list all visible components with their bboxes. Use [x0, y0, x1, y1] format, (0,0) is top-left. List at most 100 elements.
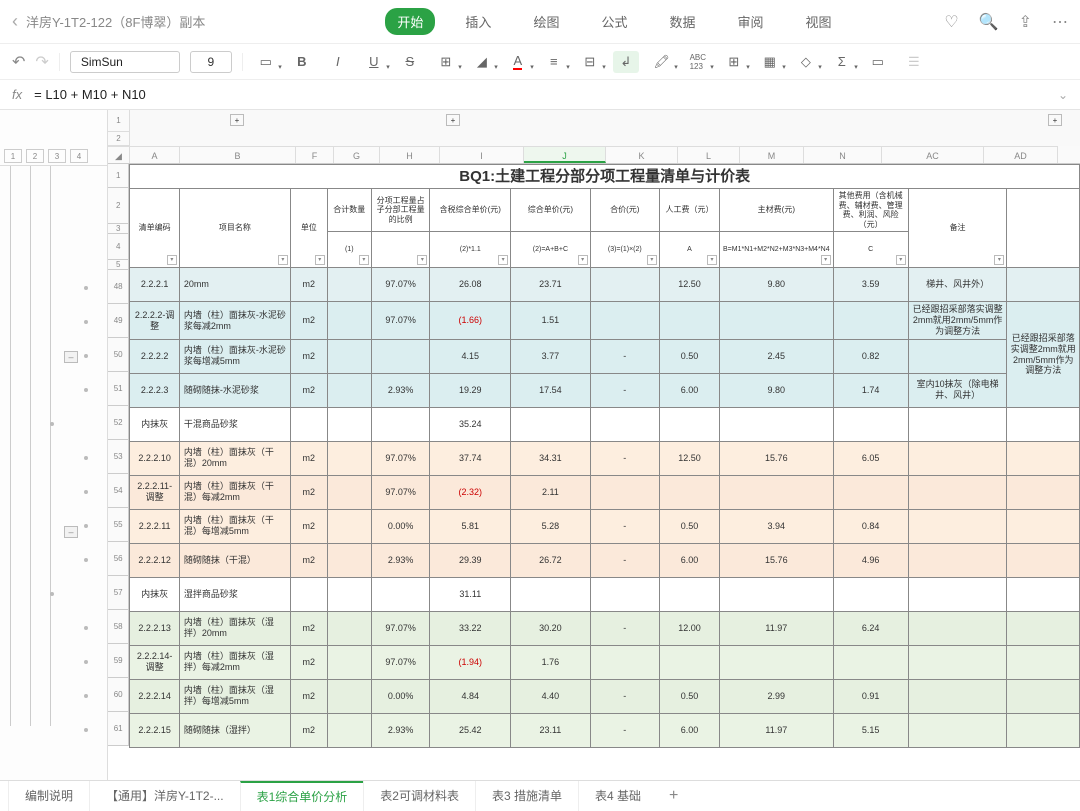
data-cell[interactable]: 2.93%	[371, 713, 430, 747]
data-cell[interactable]: 随砌随抹（湿拌）	[179, 713, 290, 747]
outline-collapse-button[interactable]: –	[64, 351, 78, 363]
font-select[interactable]: SimSun	[70, 51, 180, 73]
data-cell[interactable]	[1007, 475, 1080, 509]
sheet-tab[interactable]: 表2可调材料表	[363, 781, 475, 811]
row-number[interactable]: 59	[108, 644, 129, 678]
data-cell[interactable]: 随砌随抹-水泥砂浆	[179, 373, 290, 407]
row-number[interactable]: 58	[108, 610, 129, 644]
rows-icon[interactable]: ▦▾	[757, 51, 783, 73]
data-cell[interactable]: 2.2.2.11	[130, 509, 180, 543]
wrap-icon[interactable]: ↲	[613, 51, 639, 73]
data-cell[interactable]	[908, 339, 1007, 373]
data-cell[interactable]	[590, 475, 659, 509]
col-header[interactable]: F	[296, 146, 334, 163]
data-cell[interactable]: 0.50	[659, 679, 719, 713]
row-number[interactable]: 54	[108, 474, 129, 508]
data-cell[interactable]: m2	[290, 509, 327, 543]
data-cell[interactable]	[908, 543, 1007, 577]
data-cell[interactable]: -	[590, 373, 659, 407]
data-cell[interactable]: m2	[290, 302, 327, 339]
data-cell[interactable]	[1007, 407, 1080, 441]
data-cell[interactable]: 0.50	[659, 339, 719, 373]
align-icon[interactable]: ≡▾	[541, 51, 567, 73]
data-cell[interactable]: 2.45	[720, 339, 834, 373]
sheet-tab[interactable]: 编制说明	[8, 781, 89, 811]
search-icon[interactable]: 🔍	[979, 12, 999, 32]
menu-start[interactable]: 开始	[385, 8, 435, 35]
data-cell[interactable]	[327, 577, 371, 611]
data-cell[interactable]: m2	[290, 679, 327, 713]
col-header[interactable]: A	[130, 146, 180, 163]
redo-icon[interactable]: ↷	[35, 52, 48, 72]
data-cell[interactable]: 0.00%	[371, 509, 430, 543]
data-cell[interactable]: 12.50	[659, 268, 719, 302]
data-cell[interactable]: 干混商品砂浆	[179, 407, 290, 441]
col-header[interactable]: I	[440, 146, 524, 163]
data-cell[interactable]: 30.20	[511, 611, 591, 645]
filter-arrow-icon[interactable]: ▾	[821, 255, 831, 265]
row-number[interactable]: 56	[108, 542, 129, 576]
filter-arrow-icon[interactable]: ▾	[417, 255, 427, 265]
data-cell[interactable]: 2.2.2.11-调整	[130, 475, 180, 509]
data-cell[interactable]: 26.08	[430, 268, 511, 302]
data-cell[interactable]	[1007, 509, 1080, 543]
sheet-tab[interactable]: 表4 基础	[578, 781, 657, 811]
data-cell[interactable]	[720, 475, 834, 509]
data-cell[interactable]	[511, 577, 591, 611]
data-cell[interactable]: 4.96	[833, 543, 908, 577]
data-cell[interactable]: 26.72	[511, 543, 591, 577]
row-number[interactable]: 53	[108, 440, 129, 474]
data-cell[interactable]	[659, 407, 719, 441]
menu-insert[interactable]: 插入	[453, 8, 503, 35]
data-cell[interactable]: 17.54	[511, 373, 591, 407]
data-cell[interactable]	[290, 407, 327, 441]
col-header[interactable]: M	[740, 146, 804, 163]
data-cell[interactable]: 0.91	[833, 679, 908, 713]
data-cell[interactable]: 0.00%	[371, 679, 430, 713]
data-cell[interactable]	[659, 302, 719, 339]
row-number[interactable]: 57	[108, 576, 129, 610]
data-cell[interactable]	[833, 577, 908, 611]
data-cell[interactable]: 2.2.2.15	[130, 713, 180, 747]
size-select[interactable]: 9	[190, 51, 232, 73]
data-cell[interactable]	[327, 441, 371, 475]
underline-icon[interactable]: U▾	[361, 51, 387, 73]
menu-draw[interactable]: 绘图	[521, 8, 571, 35]
row-number[interactable]: 48	[108, 270, 129, 304]
bulb-icon[interactable]: ♡	[944, 12, 958, 32]
data-cell[interactable]: 19.29	[430, 373, 511, 407]
data-cell[interactable]: 6.24	[833, 611, 908, 645]
col-header[interactable]: G	[334, 146, 380, 163]
data-cell[interactable]: 6.00	[659, 373, 719, 407]
data-cell[interactable]: 1.74	[833, 373, 908, 407]
data-cell[interactable]	[1007, 543, 1080, 577]
number-format-icon[interactable]: ABC123▾	[685, 51, 711, 73]
data-cell[interactable]	[659, 645, 719, 679]
data-cell[interactable]: 97.07%	[371, 645, 430, 679]
outline-collapse-button[interactable]: –	[64, 526, 78, 538]
data-cell[interactable]: -	[590, 611, 659, 645]
data-cell[interactable]: 6.00	[659, 713, 719, 747]
data-cell[interactable]: 2.93%	[371, 543, 430, 577]
data-cell[interactable]	[327, 645, 371, 679]
data-cell[interactable]: 2.2.2.3	[130, 373, 180, 407]
bold-icon[interactable]: B	[289, 51, 315, 73]
data-cell[interactable]: 随砌随抹（干混）	[179, 543, 290, 577]
col-header[interactable]: B	[180, 146, 296, 163]
row-number[interactable]: 49	[108, 304, 129, 338]
italic-icon[interactable]: I	[325, 51, 351, 73]
data-cell[interactable]	[327, 407, 371, 441]
data-cell[interactable]	[720, 645, 834, 679]
data-cell[interactable]: 内墙（柱）面抹灰（干混）每增减5mm	[179, 509, 290, 543]
menu-formula[interactable]: 公式	[589, 8, 639, 35]
data-cell[interactable]: 4.15	[430, 339, 511, 373]
data-cell[interactable]: 1.76	[511, 645, 591, 679]
data-cell[interactable]: 97.07%	[371, 611, 430, 645]
data-cell[interactable]: 15.76	[720, 441, 834, 475]
data-cell[interactable]: 97.07%	[371, 302, 430, 339]
col-header[interactable]: K	[606, 146, 678, 163]
strike-icon[interactable]: S	[397, 51, 423, 73]
data-cell[interactable]	[327, 373, 371, 407]
data-cell[interactable]: 34.31	[511, 441, 591, 475]
data-cell[interactable]: (1.94)	[430, 645, 511, 679]
